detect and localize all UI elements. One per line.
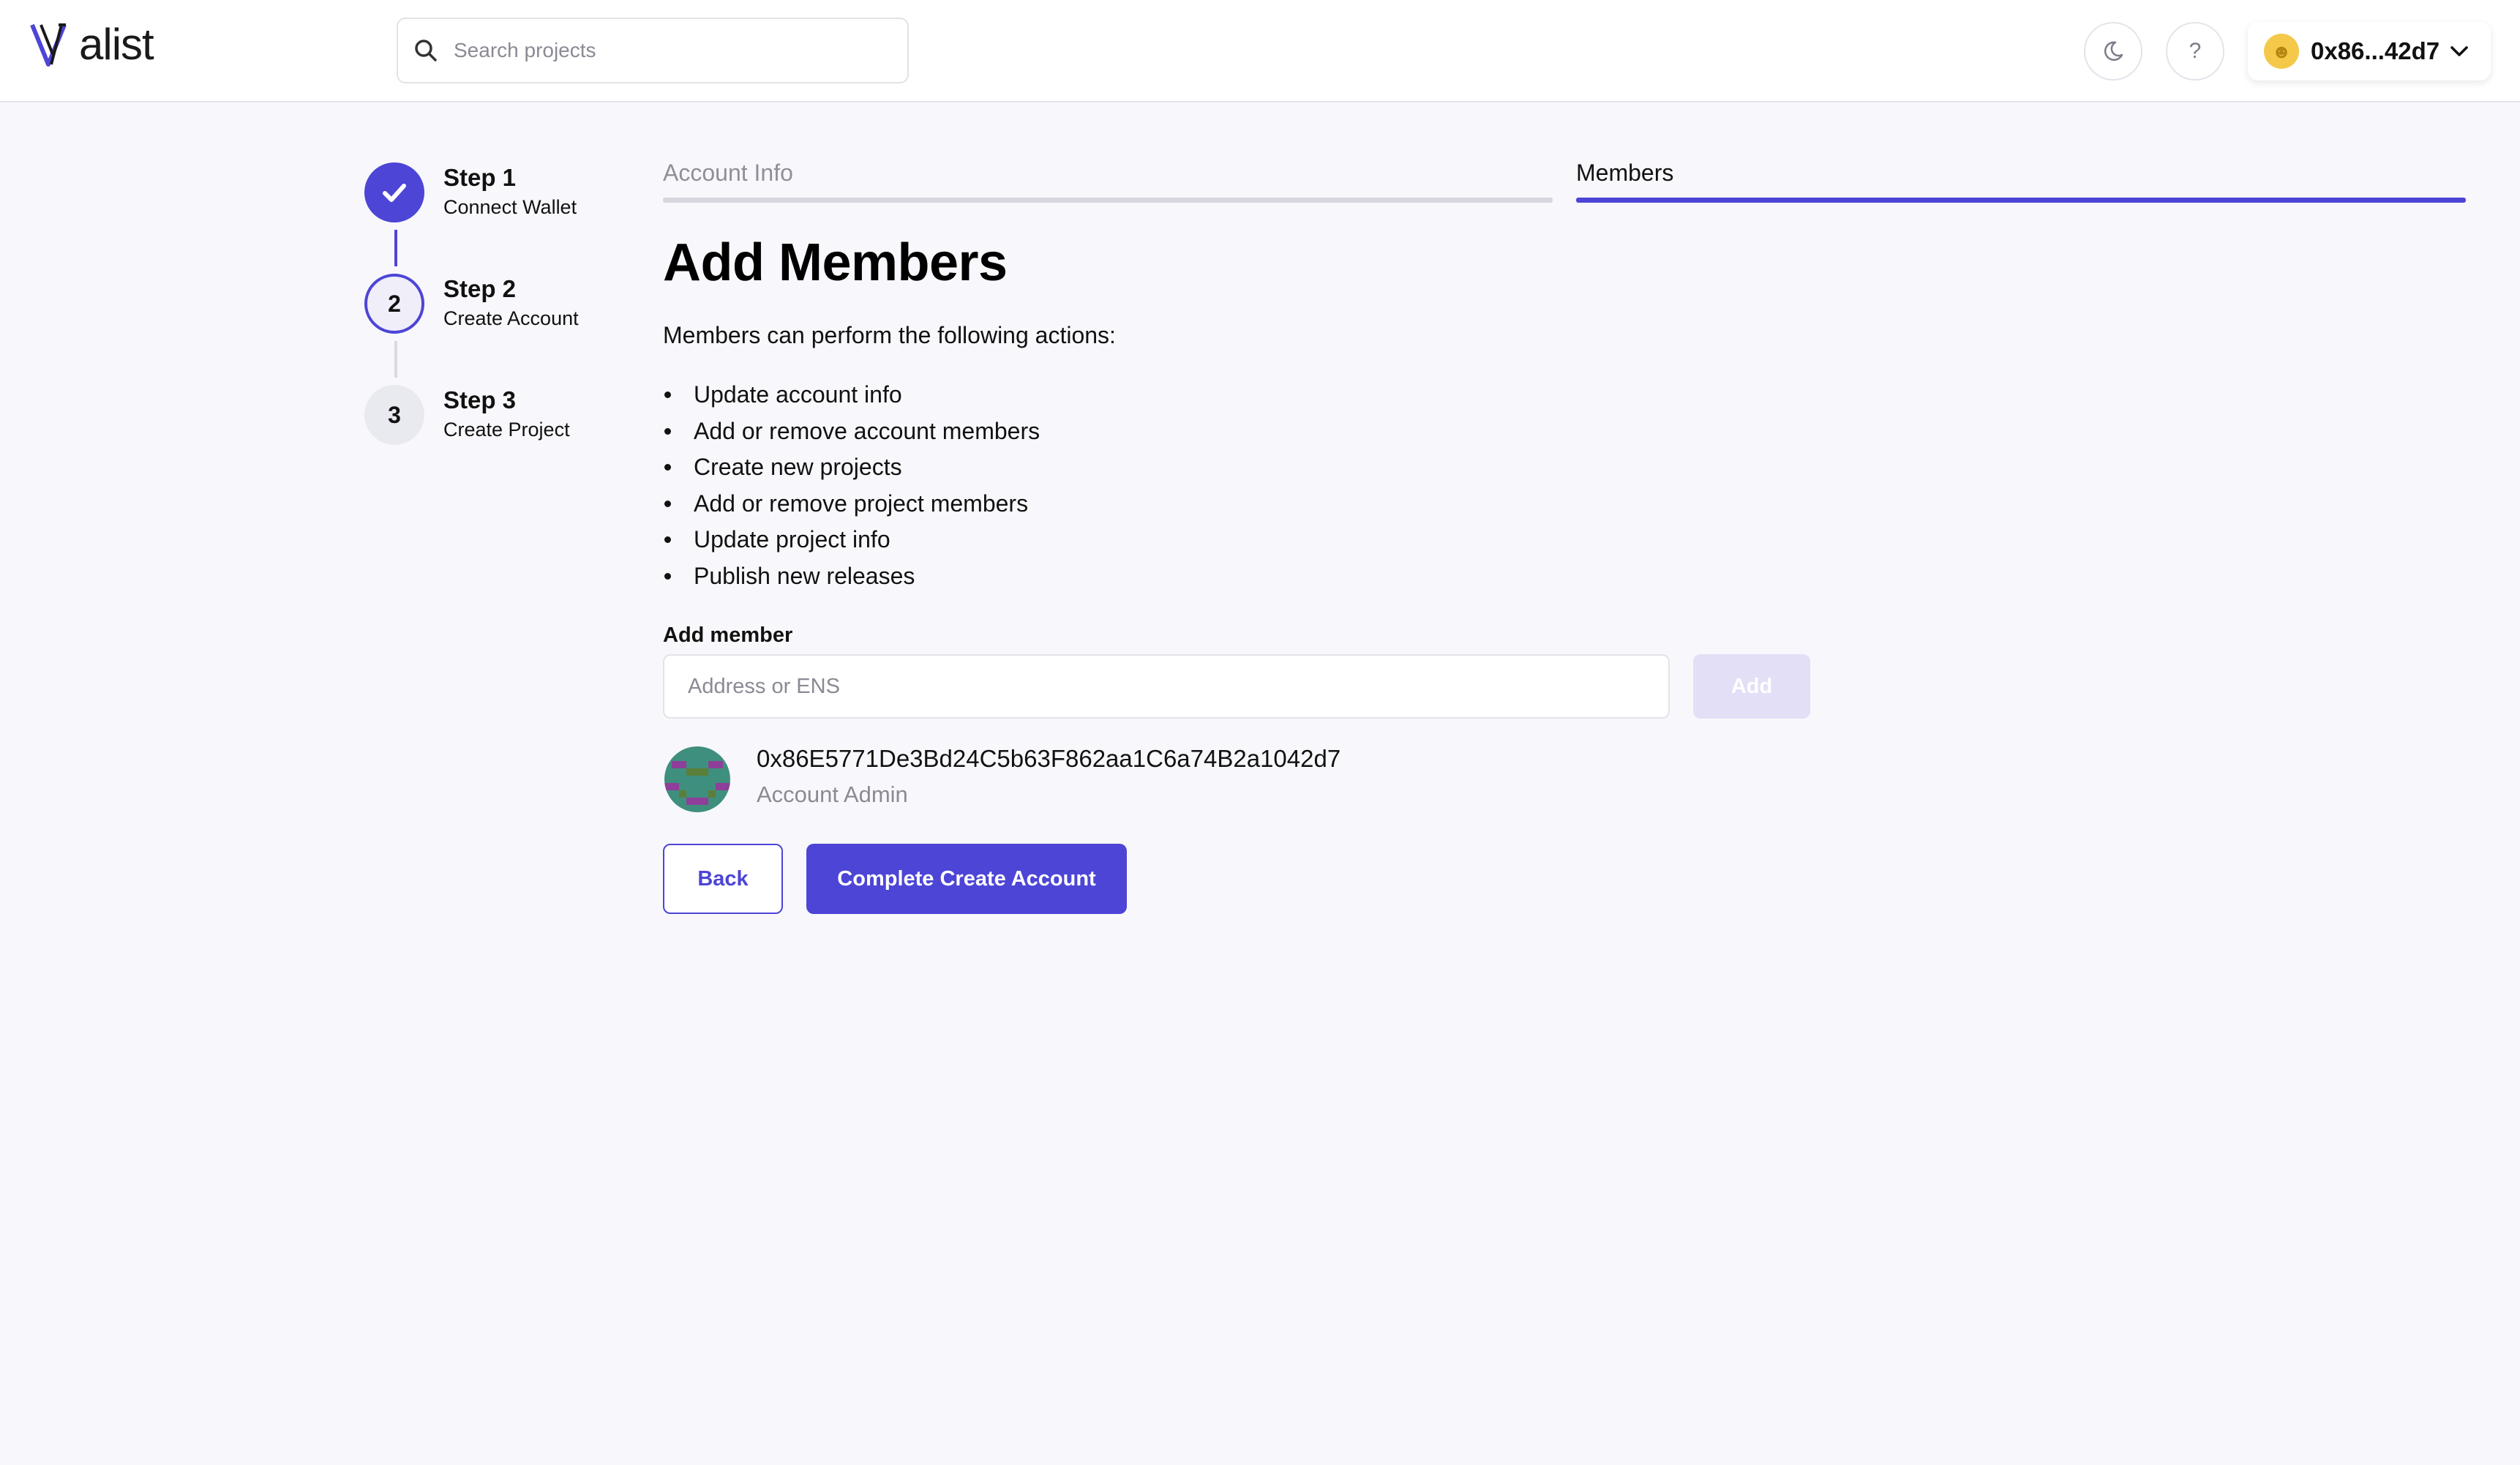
valist-logo[interactable]: alist bbox=[29, 20, 154, 69]
list-item: Publish new releases bbox=[663, 558, 1040, 594]
step-connector bbox=[394, 230, 397, 266]
chevron-down-icon bbox=[2450, 46, 2468, 56]
add-member-label: Add member bbox=[663, 623, 793, 647]
step-1-indicator bbox=[364, 162, 424, 222]
help-icon: ? bbox=[2189, 39, 2202, 63]
step-2-indicator: 2 bbox=[364, 274, 424, 334]
tab-label: Account Info bbox=[663, 160, 793, 186]
wallet-menu-button[interactable]: ☻ 0x86...42d7 bbox=[2248, 22, 2491, 80]
search-icon bbox=[415, 40, 437, 61]
step-subtitle: Connect Wallet bbox=[443, 196, 577, 218]
avatar bbox=[664, 746, 730, 812]
step-subtitle: Create Project bbox=[443, 419, 570, 441]
wallet-address: 0x86...42d7 bbox=[2311, 37, 2440, 64]
list-item: Create new projects bbox=[663, 449, 1040, 485]
step-connect-wallet: Step 1 Connect Wallet bbox=[363, 161, 626, 227]
member-role: Account Admin bbox=[757, 782, 908, 807]
theme-toggle-button[interactable] bbox=[2084, 22, 2142, 80]
list-item: Add or remove account members bbox=[663, 413, 1040, 449]
step-number: 3 bbox=[388, 401, 401, 428]
complete-create-account-button[interactable]: Complete Create Account bbox=[806, 844, 1127, 914]
step-connector bbox=[394, 341, 397, 378]
moon-icon bbox=[2104, 41, 2123, 61]
list-item: Update account info bbox=[663, 376, 1040, 413]
step-title: Step 2 bbox=[443, 275, 517, 302]
tab-label: Members bbox=[1576, 160, 1674, 186]
step-create-account: 2 Step 2 Create Account bbox=[363, 272, 626, 338]
members-intro-text: Members can perform the following action… bbox=[663, 322, 1116, 348]
step-title: Step 3 bbox=[443, 386, 517, 413]
member-permissions-list: Update account info Add or remove accoun… bbox=[663, 376, 1040, 594]
list-item: Add or remove project members bbox=[663, 485, 1040, 522]
step-create-project: 3 Step 3 Create Project bbox=[363, 383, 626, 449]
top-header: alist ? ☻ 0x86...42d7 bbox=[0, 0, 2520, 102]
member-address: 0x86E5771De3Bd24C5b63F862aa1C6a74B2a1042… bbox=[757, 745, 1341, 772]
search-bar[interactable] bbox=[397, 18, 909, 83]
logo-v-icon bbox=[30, 23, 67, 67]
search-input[interactable] bbox=[452, 38, 865, 63]
add-member-button[interactable]: Add bbox=[1693, 654, 1810, 719]
list-item: Update project info bbox=[663, 521, 1040, 558]
tab-members[interactable]: Members bbox=[1576, 160, 2466, 203]
step-number: 2 bbox=[388, 290, 401, 317]
page-title: Add Members bbox=[663, 233, 1008, 292]
tab-indicator-active bbox=[1576, 198, 2466, 203]
tab-account-info[interactable]: Account Info bbox=[663, 160, 1553, 203]
back-button[interactable]: Back bbox=[663, 844, 783, 914]
wallet-avatar: ☻ bbox=[2264, 34, 2299, 69]
step-3-indicator: 3 bbox=[364, 385, 424, 445]
step-subtitle: Create Account bbox=[443, 307, 579, 329]
tab-indicator bbox=[663, 198, 1553, 203]
add-member-input[interactable] bbox=[663, 654, 1670, 719]
member-list-item: 0x86E5771De3Bd24C5b63F862aa1C6a74B2a1042… bbox=[663, 745, 1541, 818]
help-button[interactable]: ? bbox=[2166, 22, 2224, 80]
check-icon bbox=[383, 184, 406, 202]
logo-text: alist bbox=[79, 20, 154, 69]
step-title: Step 1 bbox=[443, 164, 517, 191]
